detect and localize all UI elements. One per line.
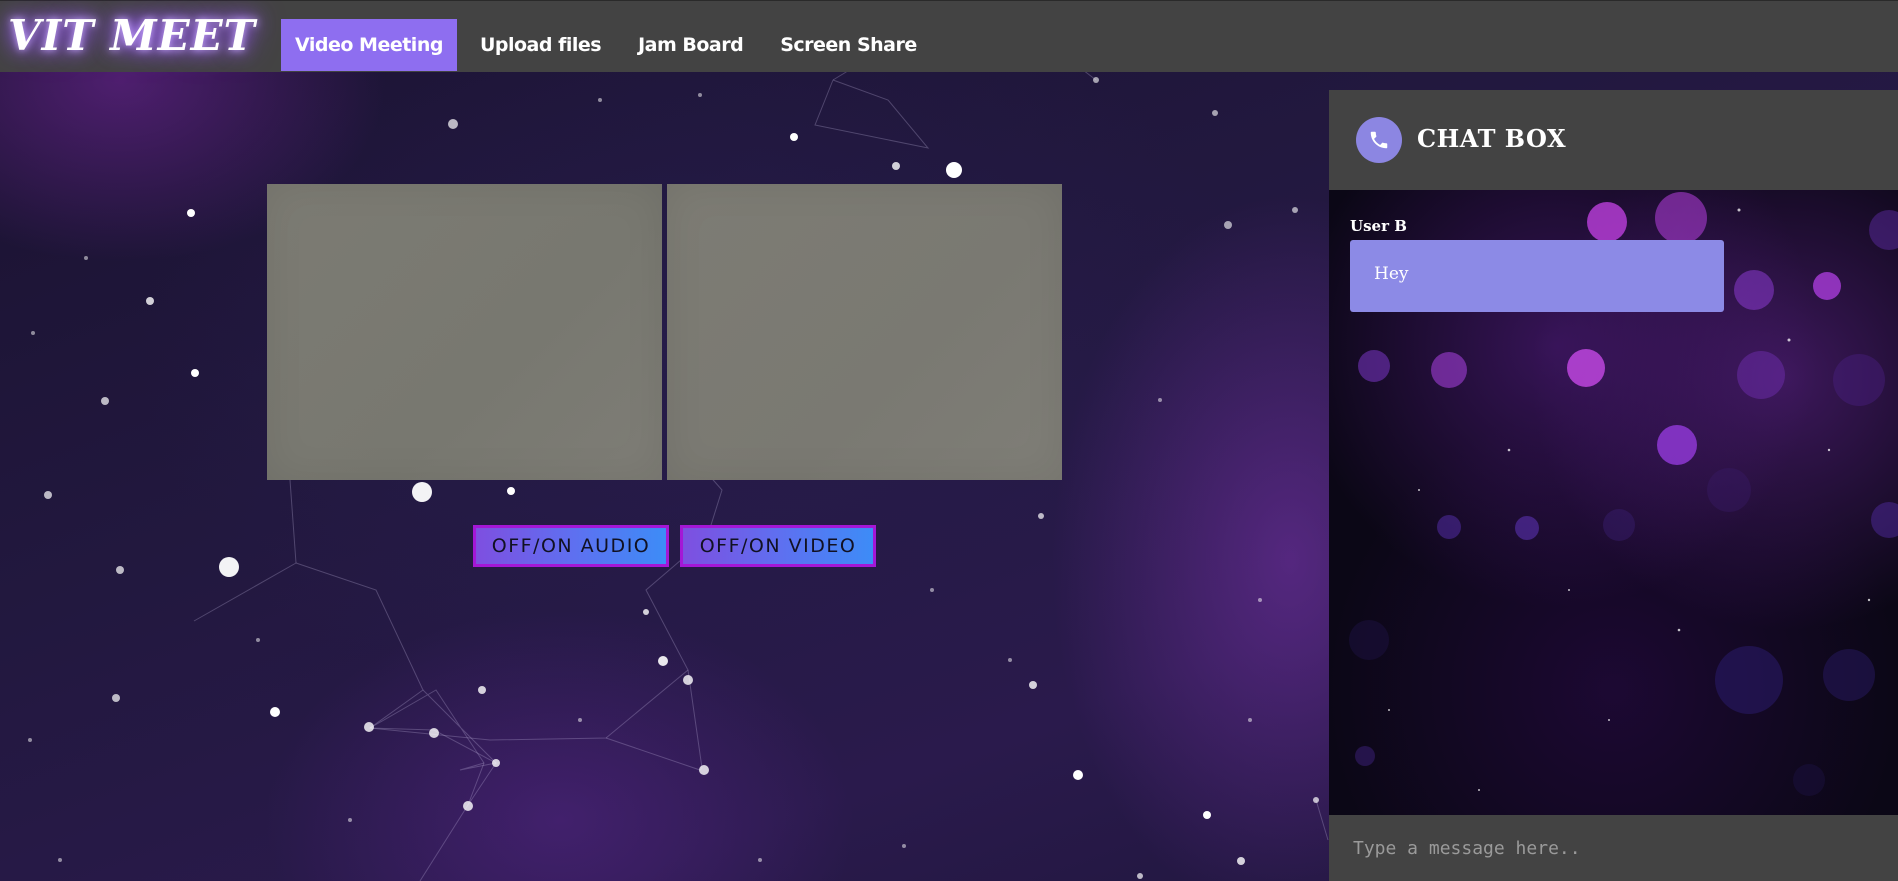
main-nav: Video Meeting Upload files Jam Board Scr… xyxy=(281,19,940,71)
nav-jam-board[interactable]: Jam Board xyxy=(624,19,757,71)
nav-upload-files[interactable]: Upload files xyxy=(466,19,615,71)
app-logo[interactable]: VIT MEET xyxy=(8,11,256,60)
toggle-video-button[interactable]: OFF/ON VIDEO xyxy=(680,525,876,567)
toggle-audio-button[interactable]: OFF/ON AUDIO xyxy=(473,525,669,567)
chat-messages: User B Hey xyxy=(1329,190,1898,815)
local-video xyxy=(267,184,662,480)
remote-video xyxy=(667,184,1062,480)
phone-icon[interactable] xyxy=(1356,117,1402,163)
chat-title: CHAT BOX xyxy=(1417,124,1567,153)
message-sender: User B xyxy=(1350,217,1407,235)
phone-icon-glyph xyxy=(1370,131,1388,149)
nav-video-meeting[interactable]: Video Meeting xyxy=(281,19,457,71)
chat-header: CHAT BOX xyxy=(1329,90,1898,190)
message-bubble: Hey xyxy=(1350,240,1724,312)
nav-screen-share[interactable]: Screen Share xyxy=(766,19,931,71)
chat-panel: CHAT BOX User B Hey Type a message here.… xyxy=(1329,90,1898,881)
chat-message-input[interactable] xyxy=(1329,815,1898,881)
top-navbar: VIT MEET Video Meeting Upload files Jam … xyxy=(0,0,1898,72)
